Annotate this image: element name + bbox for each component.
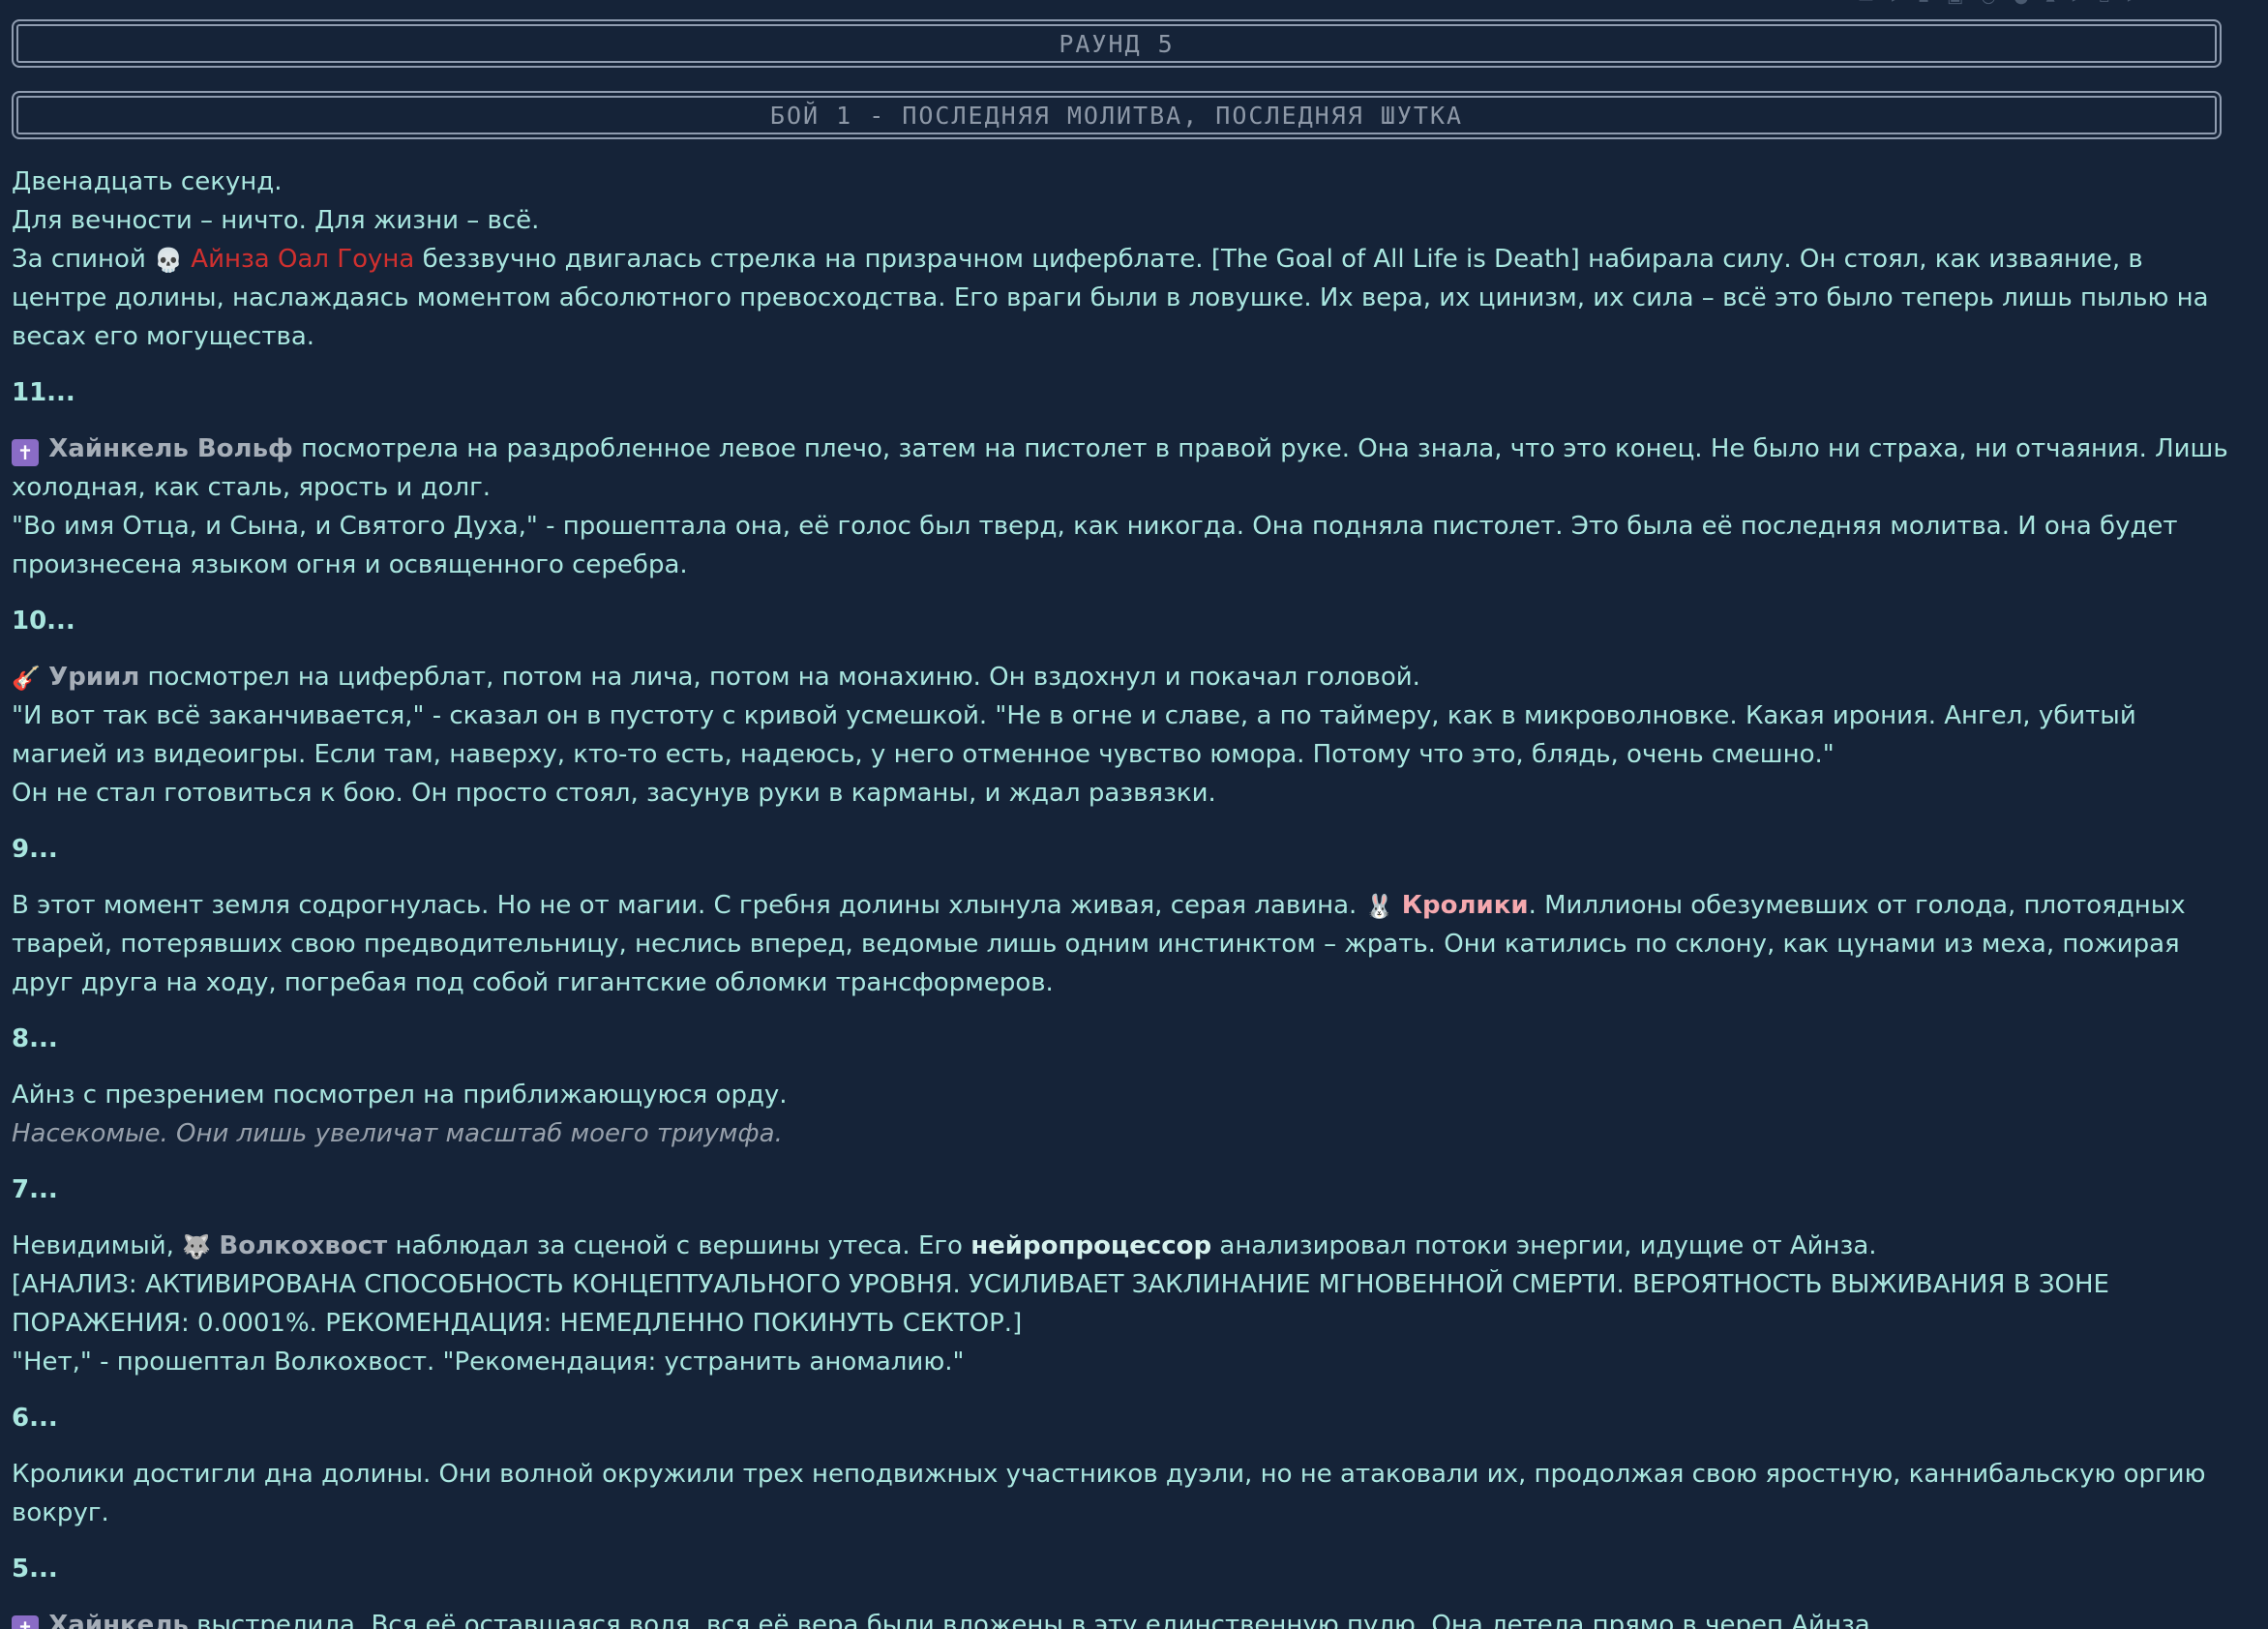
countdown-9: 9... <box>12 835 58 864</box>
countdown-10: 10... <box>12 607 75 636</box>
countdown-5: 5... <box>12 1555 58 1584</box>
character-name-uriel: Уриил <box>48 663 140 692</box>
character-name-wolftail: Волкохвост <box>219 1231 388 1260</box>
story-paragraph: Айнз с презрением посмотрел на приближаю… <box>12 1076 2237 1153</box>
story-line: "И вот так всё заканчивается," - сказал … <box>12 701 2136 769</box>
character-name-ainz: Айнза Оал Гоуна <box>191 245 415 274</box>
story-paragraph: Кролики достигли дна долины. Они волной … <box>12 1460 2206 1527</box>
story-paragraph: 🎸 Уриил посмотрел на циферблат, потом на… <box>12 658 2237 813</box>
story-text-run: Невидимый, <box>12 1231 183 1260</box>
wolf-icon: 🐺 <box>182 1233 212 1260</box>
character-name-heinkel: Хайнкель <box>48 1611 189 1629</box>
latin-cross-icon: ✝ <box>12 439 39 466</box>
story-line: Он не стал готовиться к бою. Он просто с… <box>12 779 1216 808</box>
story-text-run: посмотрела на раздробленное левое плечо,… <box>12 434 2228 502</box>
countdown-8: 8... <box>12 1024 58 1053</box>
story-text: Двенадцать секунд. Для вечности – ничто.… <box>12 163 2237 1629</box>
countdown-6: 6... <box>12 1404 58 1433</box>
story-paragraph: Невидимый, 🐺 Волкохвост наблюдал за сцен… <box>12 1227 2237 1381</box>
top-toolbar-cutoff: ◦ ◦ ◦ ◦ ▭▸▪▣◔◕▴▸▫▹ <box>0 0 2268 12</box>
character-name-heinkel-wolfe: Хайнкель Вольф <box>48 434 293 463</box>
story-text-run: В этот момент земля содрогнулась. Но не … <box>12 891 1365 920</box>
inner-thought: Насекомые. Они лишь увеличат масштаб мое… <box>12 1119 783 1148</box>
story-text-run: наблюдал за сценой с вершины утеса. Его <box>387 1231 971 1260</box>
round-banner: РАУНД 5 <box>12 19 2222 68</box>
story-paragraph: Двенадцать секунд. Для вечности – ничто.… <box>12 163 2237 356</box>
round-label: РАУНД 5 <box>1059 29 1175 58</box>
guitar-icon: 🎸 <box>12 665 41 692</box>
cutoff-title-icon: ◦ ◦ ◦ ◦ <box>29 0 87 7</box>
analysis-readout: [АНАЛИЗ: АКТИВИРОВАНА СПОСОБНОСТЬ КОНЦЕП… <box>12 1270 2109 1338</box>
skull-icon: 💀 <box>154 247 184 274</box>
emphasis-neuroprocessor: нейропроцессор <box>970 1231 1212 1260</box>
cutoff-toolbar-icons: ▭▸▪▣◔◕▴▸▫▹ <box>1858 0 2154 7</box>
story-text-run: выстрелила. Вся её оставшаяся воля, вся … <box>188 1611 1878 1629</box>
rabbit-icon: 🐰 <box>1364 893 1394 920</box>
story-line: "Нет," - прошептал Волкохвост. "Рекоменд… <box>12 1348 965 1377</box>
fight-label: БОЙ 1 - ПОСЛЕДНЯЯ МОЛИТВА, ПОСЛЕДНЯЯ ШУТ… <box>769 101 1464 130</box>
story-paragraph: ✝ Хайнкель Вольф посмотрела на раздробле… <box>12 429 2237 584</box>
story-line: "Во имя Отца, и Сына, и Святого Духа," -… <box>12 512 2178 579</box>
fight-banner: БОЙ 1 - ПОСЛЕДНЯЯ МОЛИТВА, ПОСЛЕДНЯЯ ШУТ… <box>12 91 2222 139</box>
story-text-run: анализировал потоки энергии, идущие от А… <box>1211 1231 1877 1260</box>
countdown-11: 11... <box>12 378 75 407</box>
story-text-run: посмотрел на циферблат, потом на лича, п… <box>139 663 1420 692</box>
countdown-7: 7... <box>12 1175 58 1204</box>
story-paragraph: ✝ Хайнкель выстрелила. Вся её оставшаяся… <box>12 1606 2237 1629</box>
story-line: Айнз с презрением посмотрел на приближаю… <box>12 1081 788 1110</box>
story-line: Для вечности – ничто. Для жизни – всё. <box>12 206 540 235</box>
latin-cross-icon: ✝ <box>12 1615 39 1629</box>
character-name-rabbits: Кролики <box>1401 891 1529 920</box>
story-paragraph: В этот момент земля содрогнулась. Но не … <box>12 886 2237 1002</box>
story-line: Двенадцать секунд. <box>12 167 283 196</box>
story-text-run: За спиной <box>12 245 155 274</box>
